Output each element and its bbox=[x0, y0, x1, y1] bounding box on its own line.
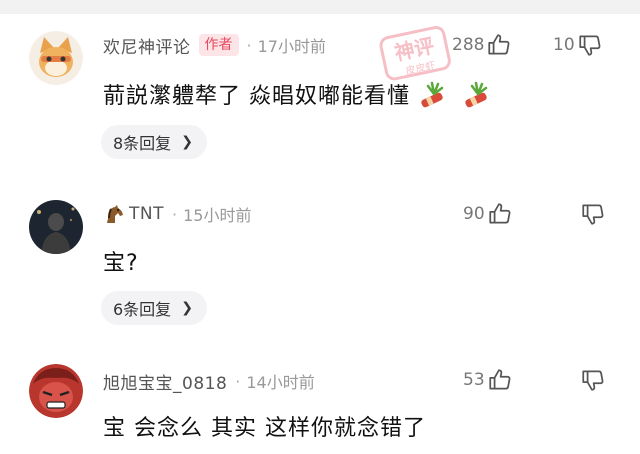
thumbs-up-icon bbox=[488, 34, 510, 55]
comment-text-content: 宝? bbox=[103, 251, 139, 276]
comment-text: 宝 会念么 其实 这样你就念错了 bbox=[103, 410, 426, 442]
dislike-count: 10 bbox=[553, 35, 575, 55]
comment-header: 旭旭宝宝_0818 · 14小时前 bbox=[103, 368, 315, 394]
username[interactable]: 欢尼神评论 bbox=[103, 33, 191, 58]
comment-text: 宝? bbox=[103, 245, 139, 277]
top-divider bbox=[0, 0, 640, 14]
sugarcane-emoji-icon bbox=[418, 80, 446, 114]
timestamp: 15小时前 bbox=[183, 206, 252, 225]
replies-label: 6条回复 bbox=[113, 300, 172, 319]
like-count: 288 bbox=[452, 35, 485, 55]
timestamp: 14小时前 bbox=[246, 373, 315, 392]
replies-label: 8条回复 bbox=[113, 134, 172, 153]
separator-dot: · bbox=[246, 35, 252, 55]
avatar[interactable] bbox=[29, 31, 83, 85]
thumbs-down-icon bbox=[579, 35, 601, 56]
comment-header: 欢尼神评论 作者 · 17小时前 bbox=[103, 32, 326, 58]
thumbs-up-icon bbox=[489, 203, 511, 224]
like-count: 90 bbox=[463, 204, 485, 224]
dislike-button[interactable] bbox=[580, 365, 606, 395]
dislike-button[interactable]: 10 bbox=[553, 30, 603, 60]
separator-dot: · bbox=[235, 371, 241, 391]
username[interactable]: 旭旭宝宝_0818 bbox=[103, 369, 227, 394]
thumbs-down-icon bbox=[582, 204, 604, 225]
comment-text-content: 宝 会念么 其实 这样你就念错了 bbox=[103, 416, 426, 441]
thumbs-down-icon bbox=[582, 370, 604, 391]
horse-emoji-icon bbox=[107, 205, 123, 223]
author-badge: 作者 bbox=[198, 34, 239, 56]
like-count: 53 bbox=[463, 370, 485, 390]
comment-text-content: 葥説瀿軆㹈了 焱晿奴嘟能看懂 bbox=[103, 84, 410, 109]
like-button[interactable]: 288 bbox=[452, 30, 512, 60]
comment-text: 葥説瀿軆㹈了 焱晿奴嘟能看懂 bbox=[103, 78, 490, 114]
chevron-right-icon: ❯ bbox=[181, 300, 193, 316]
dislike-button[interactable] bbox=[580, 199, 606, 229]
comment-header: TNT · 15小时前 bbox=[103, 201, 251, 227]
username[interactable]: TNT bbox=[129, 204, 164, 224]
timestamp: 17小时前 bbox=[257, 37, 326, 56]
sugarcane-emoji-icon bbox=[462, 80, 490, 114]
like-button[interactable]: 53 bbox=[463, 365, 513, 395]
view-replies-button[interactable]: 8条回复 ❯ bbox=[101, 125, 207, 159]
like-button[interactable]: 90 bbox=[463, 199, 513, 229]
separator-dot: · bbox=[172, 204, 178, 224]
avatar[interactable] bbox=[29, 200, 83, 254]
thumbs-up-icon bbox=[489, 369, 511, 390]
view-replies-button[interactable]: 6条回复 ❯ bbox=[101, 291, 207, 325]
chevron-right-icon: ❯ bbox=[181, 134, 193, 150]
avatar[interactable] bbox=[29, 364, 83, 418]
